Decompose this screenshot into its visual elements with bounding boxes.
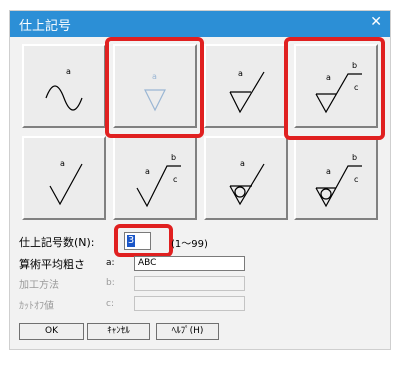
symbol-label-c: c: [354, 175, 358, 184]
cutoff-key-label: c:: [106, 299, 114, 309]
symbol-label-c: c: [173, 175, 177, 184]
finish-symbol-check[interactable]: a: [22, 136, 106, 220]
symbol-label-b: b: [171, 153, 176, 162]
help-button[interactable]: ﾍﾙﾌﾟ(H): [156, 323, 219, 340]
count-value[interactable]: 3: [127, 235, 135, 247]
symbol-label-a: a: [66, 67, 71, 76]
symbol-label-a: a: [60, 159, 65, 168]
method-label: 加工方法: [19, 280, 59, 291]
dialog-title: 仕上記号: [19, 19, 72, 34]
finish-symbol-wavy[interactable]: a: [22, 44, 106, 128]
highlight-triangle-symbol: [105, 37, 204, 138]
finish-symbol-check-bc[interactable]: a b c: [113, 136, 197, 220]
roughness-field[interactable]: ABC: [134, 256, 245, 271]
cancel-button[interactable]: ｷｬﾝｾﾙ: [87, 323, 150, 340]
finish-symbol-circle-check[interactable]: a: [204, 136, 288, 220]
symbol-label-a: a: [240, 159, 245, 168]
symbol-label-a: a: [238, 69, 243, 78]
method-key-label: b:: [106, 278, 115, 288]
count-range-label: (1〜99): [171, 239, 208, 250]
finish-symbol-circle-check-bc[interactable]: a b c: [294, 136, 378, 220]
roughness-label: 算術平均粗さ: [19, 258, 85, 271]
roughness-key-label: a:: [106, 258, 115, 268]
symbol-label-b: b: [352, 153, 357, 162]
symbol-label-a: a: [326, 167, 331, 176]
method-field: [134, 276, 245, 291]
cutoff-label: ｶｯﾄｵﾌ値: [19, 301, 54, 312]
highlight-triangle-check-bc-symbol: [284, 37, 385, 140]
ok-button[interactable]: OK: [19, 323, 84, 340]
cutoff-field: [134, 296, 245, 311]
symbol-label-a: a: [145, 167, 150, 176]
count-label: 仕上記号数(N):: [19, 236, 95, 249]
title-bar: 仕上記号 ✕: [10, 11, 390, 37]
close-icon[interactable]: ✕: [370, 14, 382, 30]
count-spin-input[interactable]: 3: [124, 232, 151, 250]
finish-symbol-triangle-check[interactable]: a: [204, 44, 288, 128]
